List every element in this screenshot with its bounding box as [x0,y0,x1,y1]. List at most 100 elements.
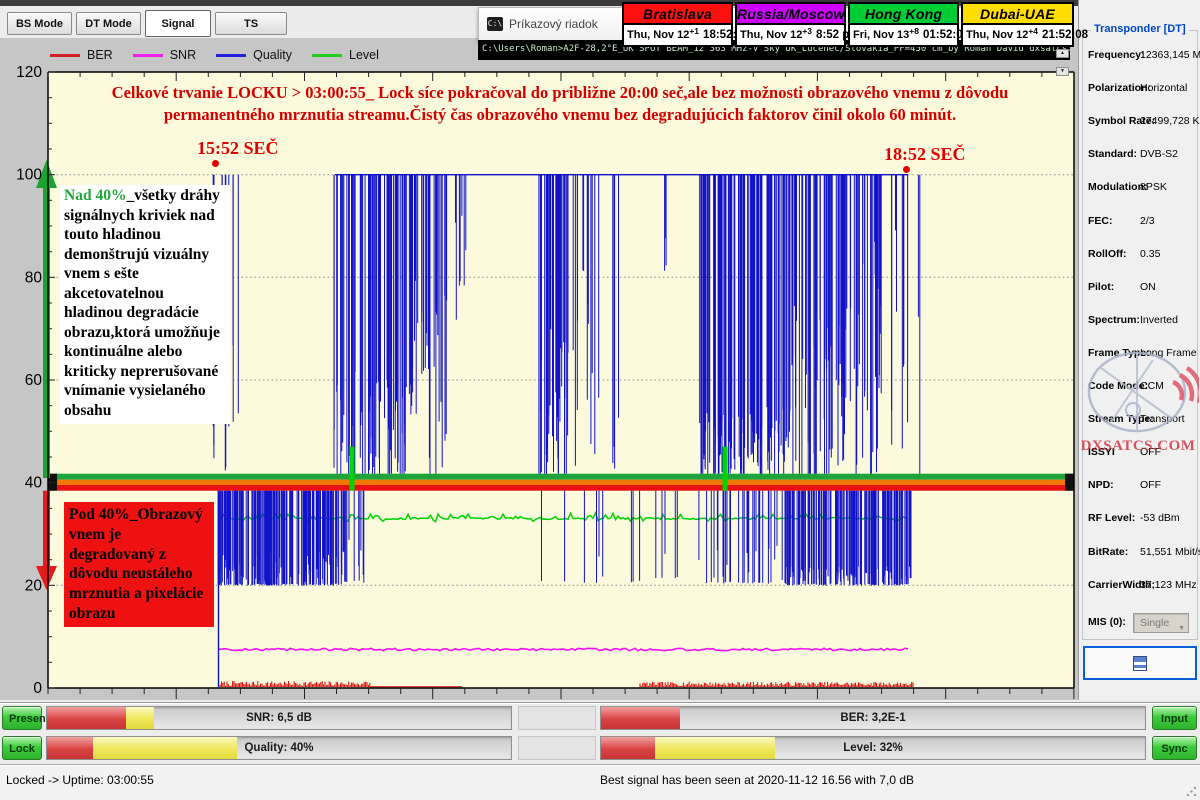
stream-capture-button[interactable] [1083,646,1197,680]
clock-dubai: Dubai-UAE Thu, Nov 12 +4 21:52:08 [961,2,1074,47]
level-progress-bar: Level: 32% [600,736,1146,760]
tab-bs-mode[interactable]: BS Mode [7,12,72,35]
transponder-field-bitrate: BitRate:51,551 Mbit/s [1083,546,1197,560]
y-axis-labels: 0 20 40 60 80 100 120 [16,64,42,697]
field-value: 0.35 [1140,248,1160,260]
present-indicator-button[interactable]: Present [2,706,42,730]
best-signal-status: Best signal has been seen at 2020-11-12 … [600,773,914,787]
console-icon: C:\ [487,17,503,31]
field-value: 2/3 [1140,215,1155,227]
snr-line-swatch [133,54,163,57]
time-label-end: 18:52 SEČ [884,144,966,165]
clock-date: Thu, Nov 12 [627,29,689,41]
clock-time: 21:52:08 [1042,29,1088,41]
snr-bar-text: SNR: 6,5 dB [47,707,511,729]
time-marker-end-dot [903,166,910,173]
field-value: Horizontal [1140,82,1187,94]
transponder-field-rf-level: RF Level: -53 dBm [1083,512,1197,526]
legend-item-quality: Quality [216,48,292,62]
clock-time-row: Fri, Nov 13 +8 01:52:08 [850,25,957,45]
bar-divider [518,736,596,760]
transponder-field-modulation: Modulation:8PSK [1083,181,1197,195]
time-label-start: 15:52 SEČ [197,138,279,159]
quality-bar-text: Quality: 40% [47,737,511,759]
field-value: 27499,728 KS/s [1140,115,1200,127]
field-value: OFF [1140,446,1161,458]
transponder-groupbox: Transponder [DT] Frequency:12363,145 MHz… [1082,30,1198,640]
svg-text:120: 120 [16,64,42,81]
clock-time-row: Thu, Nov 12 +4 21:52:08 [963,25,1072,45]
field-label: Frequency: [1088,49,1145,61]
tab-dt-mode[interactable]: DT Mode [76,12,141,35]
field-label: RF Level: [1088,512,1135,524]
svg-text:60: 60 [25,372,43,389]
svg-text:80: 80 [25,269,43,286]
field-label: RollOff: [1088,248,1127,260]
field-label: MIS (0): [1088,616,1126,628]
above-threshold-note: Nad 40%_všetky dráhy signálnych kriviek … [60,185,230,424]
snr-progress-bar: SNR: 6,5 dB [46,706,512,730]
console-title-label: Príkazový riadok [509,17,598,31]
transponder-field-frame-type: Frame Type:Long Frame [1083,347,1197,361]
resize-grip[interactable] [1185,785,1198,798]
scroll-down-icon[interactable]: ▼ [1056,67,1069,76]
ber-progress-bar: BER: 3,2E-1 [600,706,1146,730]
svg-text:40: 40 [25,475,43,492]
below-threshold-note: Pod 40%_Obrazový vnem je degradovaný z d… [64,502,214,627]
transponder-field-spectrum: Spectrum:Inverted [1083,314,1197,328]
level-spike [350,447,355,491]
field-value: Transport [1140,413,1185,425]
legend-item-level: Level [312,48,379,62]
chart-headline-note: Celkové trvanie LOCKU > 03:00:55_ Lock s… [56,82,1064,126]
field-label: Modulation: [1088,181,1147,193]
sync-ts-button[interactable]: Sync TS [1152,736,1197,760]
clock-city-label: Hong Kong [850,4,957,25]
legend-item-ber: BER [50,48,113,62]
transponder-field-pilot: Pilot:ON [1083,281,1197,295]
field-value: 37,123 MHz [1140,579,1197,591]
chevron-down-icon: ▼ [1178,620,1185,638]
svg-text:20: 20 [25,577,43,594]
clock-time-row: Thu, Nov 12 +3 8:52 pm [737,25,844,45]
field-value: DVB-S2 [1140,148,1178,160]
svg-text:100: 100 [16,167,42,184]
field-value: Long Frame [1140,347,1197,359]
clock-city-label: Dubai-UAE [963,4,1072,25]
clock-city-label: Russia/Moscow [737,4,844,25]
quality-line-swatch [216,54,246,57]
clock-bratislava: Bratislava Thu, Nov 12 +1 18:52:08 [622,2,733,47]
field-label: Standard: [1088,148,1137,160]
transponder-field-symbol-rate: Symbol Rate:27499,728 KS/s [1083,115,1197,129]
clock-utc-offset: +8 [909,26,919,36]
clock-city-label: Bratislava [624,4,731,25]
scroll-up-icon[interactable]: ▲ [1056,49,1069,58]
mis-dropdown[interactable]: Single ▼ [1133,613,1189,633]
bar-divider [518,706,596,730]
clock-time-row: Thu, Nov 12 +1 18:52:08 [624,25,731,45]
field-value: -53 dBm [1140,512,1180,524]
field-label: NPD: [1088,479,1114,491]
clock-utc-offset: +1 [689,26,699,36]
field-label: BitRate: [1088,546,1128,558]
transponder-field-stream-type: Stream Type:Transport [1083,413,1197,427]
clock-date: Thu, Nov 12 [740,29,802,41]
svg-text:0: 0 [33,680,42,697]
tab-ts-analyzer[interactable]: TS Analyzer (OK) [215,12,287,35]
field-value: 8PSK [1140,181,1167,193]
input-ts-button[interactable]: Input TS [1152,706,1197,730]
signal-indicator-bars: Present SNR: 6,5 dB BER: 3,2E-1 Input TS… [0,702,1200,764]
level-bar-text: Level: 32% [601,737,1145,759]
transponder-title: Transponder [DT] [1091,23,1189,35]
legend-item-snr: SNR [133,48,196,62]
time-marker-start-dot [212,160,219,167]
chart-region: 0 20 40 60 80 100 120 BER SNR Quality Level Ce… [0,38,1078,700]
field-value: CCM [1140,380,1164,392]
transponder-field-standard: Standard:DVB-S2 [1083,148,1197,162]
ber-line-swatch [50,54,80,57]
lock-indicator-button[interactable]: Lock [2,736,42,760]
lock-uptime-status: Locked -> Uptime: 03:00:55 [6,773,154,787]
field-label: Spectrum: [1088,314,1140,326]
field-label: FEC: [1088,215,1113,227]
transponder-field-npd: NPD:OFF [1083,479,1197,493]
tab-signal-mon[interactable]: Signal Mon. [145,10,211,37]
